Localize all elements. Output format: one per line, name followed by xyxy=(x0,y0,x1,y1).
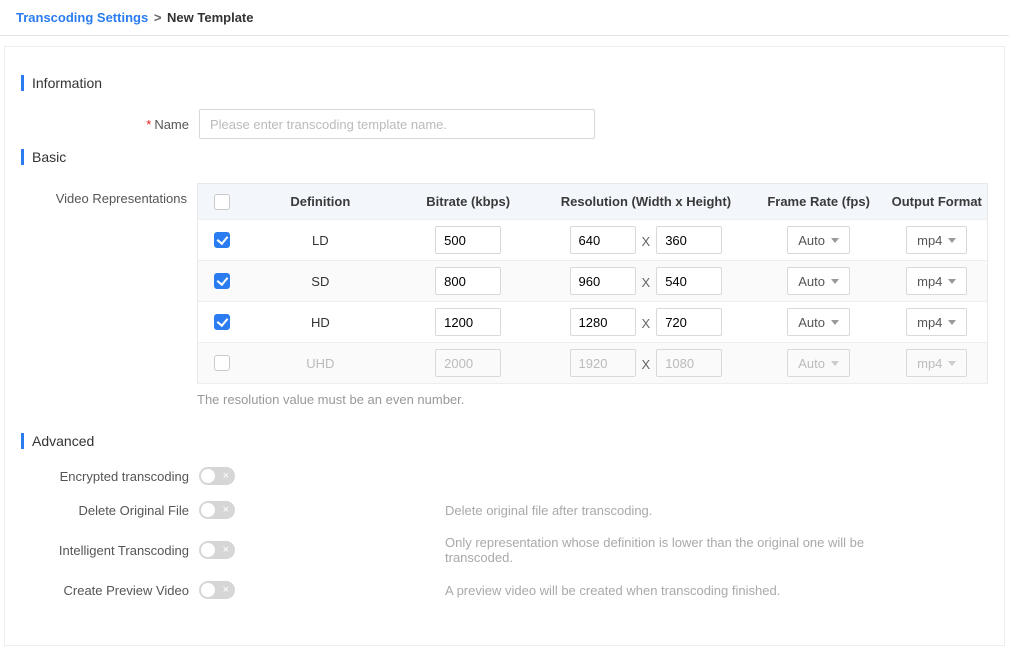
chevron-down-icon xyxy=(948,361,956,366)
height-input[interactable] xyxy=(656,226,722,254)
delete-orig-label: Delete Original File xyxy=(21,503,199,518)
breadcrumb-current: New Template xyxy=(167,10,253,25)
preview-label: Create Preview Video xyxy=(21,583,199,598)
delete-orig-desc: Delete original file after transcoding. xyxy=(445,503,865,518)
x-separator: X xyxy=(642,316,651,331)
encrypted-label: Encrypted transcoding xyxy=(21,469,199,484)
x-separator: X xyxy=(642,275,651,290)
required-asterisk: * xyxy=(146,117,151,132)
chevron-down-icon xyxy=(948,238,956,243)
page-body: Information *Name Basic Video Representa… xyxy=(4,46,1005,646)
close-icon: × xyxy=(223,541,229,559)
height-input[interactable] xyxy=(656,267,722,295)
format-value: mp4 xyxy=(917,315,942,330)
framerate-value: Auto xyxy=(798,356,825,371)
section-title-basic: Basic xyxy=(21,149,988,165)
framerate-value: Auto xyxy=(798,274,825,289)
width-input[interactable] xyxy=(570,226,636,254)
intelligent-desc: Only representation whose definition is … xyxy=(445,535,865,565)
width-input[interactable] xyxy=(570,267,636,295)
framerate-value: Auto xyxy=(798,233,825,248)
table-header-bitrate: Bitrate (kbps) xyxy=(395,184,541,220)
breadcrumb-parent[interactable]: Transcoding Settings xyxy=(16,10,148,25)
bitrate-input[interactable] xyxy=(435,308,501,336)
definition-cell: SD xyxy=(245,261,395,302)
resolution-note: The resolution value must be an even num… xyxy=(197,392,988,407)
table-row: SD X Auto mp4 xyxy=(198,261,988,302)
section-title-information: Information xyxy=(21,75,988,91)
format-value: mp4 xyxy=(917,233,942,248)
name-label: Name xyxy=(154,117,189,132)
section-title-advanced: Advanced xyxy=(21,433,988,449)
format-select[interactable]: mp4 xyxy=(906,226,967,254)
framerate-value: Auto xyxy=(798,315,825,330)
framerate-select[interactable]: Auto xyxy=(787,267,850,295)
chevron-down-icon xyxy=(831,279,839,284)
format-select: mp4 xyxy=(906,349,967,377)
row-checkbox[interactable] xyxy=(214,232,230,248)
name-label-wrap: *Name xyxy=(21,117,199,132)
close-icon: × xyxy=(223,501,229,519)
x-separator: X xyxy=(642,357,651,372)
format-value: mp4 xyxy=(917,356,942,371)
table-header-checkbox xyxy=(198,184,246,220)
table-header-framerate: Frame Rate (fps) xyxy=(751,184,887,220)
format-select[interactable]: mp4 xyxy=(906,267,967,295)
bitrate-input[interactable] xyxy=(435,267,501,295)
height-input[interactable] xyxy=(656,308,722,336)
definition-cell: UHD xyxy=(245,343,395,384)
width-input xyxy=(570,349,636,377)
format-value: mp4 xyxy=(917,274,942,289)
intelligent-toggle[interactable]: × xyxy=(199,541,235,559)
close-icon: × xyxy=(223,581,229,599)
definition-cell: LD xyxy=(245,220,395,261)
table-header-format: Output Format xyxy=(887,184,988,220)
select-all-checkbox[interactable] xyxy=(214,194,230,210)
bitrate-input[interactable] xyxy=(435,226,501,254)
chevron-down-icon xyxy=(831,238,839,243)
preview-desc: A preview video will be created when tra… xyxy=(445,583,865,598)
framerate-select[interactable]: Auto xyxy=(787,226,850,254)
format-select[interactable]: mp4 xyxy=(906,308,967,336)
breadcrumb: Transcoding Settings > New Template xyxy=(0,0,1009,36)
framerate-select[interactable]: Auto xyxy=(787,308,850,336)
encrypted-toggle[interactable]: × xyxy=(199,467,235,485)
delete-orig-toggle[interactable]: × xyxy=(199,501,235,519)
intelligent-label: Intelligent Transcoding xyxy=(21,543,199,558)
row-checkbox[interactable] xyxy=(214,273,230,289)
table-row: UHD X Auto mp4 xyxy=(198,343,988,384)
chevron-down-icon xyxy=(948,279,956,284)
table-header-resolution: Resolution (Width x Height) xyxy=(541,184,751,220)
height-input xyxy=(656,349,722,377)
representations-table: Definition Bitrate (kbps) Resolution (Wi… xyxy=(197,183,988,384)
video-representations-label: Video Representations xyxy=(21,183,197,206)
chevron-down-icon xyxy=(831,320,839,325)
definition-cell: HD xyxy=(245,302,395,343)
preview-toggle[interactable]: × xyxy=(199,581,235,599)
width-input[interactable] xyxy=(570,308,636,336)
breadcrumb-sep: > xyxy=(154,10,162,25)
row-checkbox[interactable] xyxy=(214,355,230,371)
close-icon: × xyxy=(223,467,229,485)
row-checkbox[interactable] xyxy=(214,314,230,330)
bitrate-input xyxy=(435,349,501,377)
table-row: HD X Auto mp4 xyxy=(198,302,988,343)
name-input[interactable] xyxy=(199,109,595,139)
chevron-down-icon xyxy=(948,320,956,325)
x-separator: X xyxy=(642,234,651,249)
chevron-down-icon xyxy=(831,361,839,366)
framerate-select: Auto xyxy=(787,349,850,377)
table-header-definition: Definition xyxy=(245,184,395,220)
table-row: LD X Auto mp4 xyxy=(198,220,988,261)
